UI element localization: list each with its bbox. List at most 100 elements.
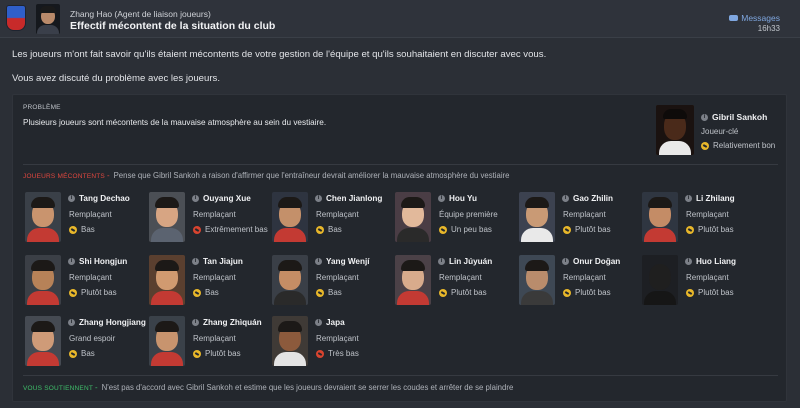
player-photo[interactable] bbox=[25, 316, 61, 366]
player-photo[interactable] bbox=[25, 255, 61, 305]
player-card[interactable]: i Lin Júyuán Remplaçant Plutôt bas bbox=[395, 255, 515, 311]
mood-icon bbox=[69, 349, 77, 358]
player-card[interactable]: i Yang Wenjí Remplaçant Bas bbox=[272, 255, 392, 311]
player-status: Un peu bas bbox=[439, 225, 492, 234]
divider bbox=[23, 164, 778, 165]
player-card[interactable]: i Hou Yu Équipe première Un peu bas bbox=[395, 192, 515, 248]
sender-avatar[interactable] bbox=[36, 4, 60, 34]
unhappy-players-header: JOUEURS MÉCONTENTS - Pense que Gibril Sank… bbox=[23, 171, 510, 180]
info-icon[interactable]: i bbox=[438, 258, 445, 265]
player-name[interactable]: Gao Zhilin bbox=[573, 194, 613, 203]
player-name[interactable]: Ouyang Xue bbox=[203, 194, 251, 203]
player-card[interactable]: i Zhang Hongjiang Grand espoir Bas bbox=[25, 316, 146, 372]
message-subject: Effectif mécontent de la situation du cl… bbox=[70, 20, 276, 32]
player-card[interactable]: i Japa Remplaçant Très bas bbox=[272, 316, 392, 372]
problem-text: Plusieurs joueurs sont mécontents de la … bbox=[23, 118, 327, 127]
player-role: Remplaçant bbox=[316, 273, 359, 282]
player-photo[interactable] bbox=[272, 255, 308, 305]
player-role: Remplaçant bbox=[69, 210, 112, 219]
info-icon[interactable]: i bbox=[315, 258, 322, 265]
player-card[interactable]: i Li Zhilang Remplaçant Plutôt bas bbox=[642, 192, 762, 248]
player-status: Très bas bbox=[316, 349, 359, 358]
player-card[interactable]: i Shi Hongjun Remplaçant Plutôt bas bbox=[25, 255, 145, 311]
player-card[interactable]: i Zhang Zhìquán Remplaçant Plutôt bas bbox=[149, 316, 269, 372]
player-card[interactable]: i Ouyang Xue Remplaçant Extrêmement bas bbox=[149, 192, 269, 248]
info-icon[interactable]: i bbox=[68, 319, 75, 326]
info-icon[interactable]: i bbox=[562, 195, 569, 202]
mood-icon bbox=[69, 225, 77, 234]
player-status-label: Bas bbox=[328, 225, 342, 234]
mood-icon bbox=[439, 288, 447, 297]
info-icon[interactable]: i bbox=[192, 319, 199, 326]
key-player-role: Joueur-clé bbox=[701, 127, 739, 136]
player-photo[interactable] bbox=[519, 192, 555, 242]
player-photo[interactable] bbox=[395, 255, 431, 305]
info-icon[interactable]: i bbox=[685, 195, 692, 202]
player-role: Remplaçant bbox=[193, 334, 236, 343]
player-photo[interactable] bbox=[149, 255, 185, 305]
player-status: Plutôt bas bbox=[686, 225, 734, 234]
player-name[interactable]: Li Zhilang bbox=[696, 194, 735, 203]
mood-icon bbox=[563, 225, 571, 234]
player-name[interactable]: Lin Júyuán bbox=[449, 257, 492, 266]
player-name[interactable]: Huo Liang bbox=[696, 257, 736, 266]
info-icon[interactable]: i bbox=[438, 195, 445, 202]
player-status: Plutôt bas bbox=[69, 288, 117, 297]
info-icon[interactable]: i bbox=[315, 195, 322, 202]
player-photo[interactable] bbox=[642, 192, 678, 242]
player-status: Bas bbox=[316, 288, 342, 297]
info-icon[interactable]: i bbox=[68, 195, 75, 202]
player-photo[interactable] bbox=[149, 316, 185, 366]
player-status-label: Plutôt bas bbox=[81, 288, 117, 297]
player-name[interactable]: Zhang Hongjiang bbox=[79, 318, 146, 327]
player-name[interactable]: Chen Jianlong bbox=[326, 194, 382, 203]
key-player-name[interactable]: Gibril Sankoh bbox=[712, 112, 767, 122]
messages-label: Messages bbox=[741, 13, 780, 23]
player-photo[interactable] bbox=[149, 192, 185, 242]
message-time: 16h33 bbox=[757, 24, 780, 33]
mood-icon bbox=[193, 288, 201, 297]
player-photo[interactable] bbox=[272, 192, 308, 242]
player-card[interactable]: i Gao Zhilin Remplaçant Plutôt bas bbox=[519, 192, 639, 248]
player-name[interactable]: Japa bbox=[326, 318, 345, 327]
problem-panel: PROBLÈME Plusieurs joueurs sont méconten… bbox=[12, 94, 787, 402]
player-card[interactable]: i Tang Dechao Remplaçant Bas bbox=[25, 192, 145, 248]
info-icon[interactable]: i bbox=[685, 258, 692, 265]
club-crest-icon[interactable] bbox=[6, 5, 26, 31]
info-icon[interactable]: i bbox=[562, 258, 569, 265]
sender-name[interactable]: Zhang Hao (Agent de liaison joueurs) bbox=[70, 9, 211, 19]
player-card[interactable]: i Tan Jiajun Remplaçant Bas bbox=[149, 255, 269, 311]
unhappy-tag: JOUEURS MÉCONTENTS bbox=[23, 173, 105, 180]
key-player-photo[interactable] bbox=[656, 105, 694, 155]
player-status: Bas bbox=[69, 349, 95, 358]
player-name[interactable]: Zhang Zhìquán bbox=[203, 318, 262, 327]
player-name[interactable]: Tang Dechao bbox=[79, 194, 130, 203]
separator: - bbox=[95, 383, 98, 392]
mood-icon bbox=[686, 225, 694, 234]
info-icon[interactable]: i bbox=[192, 195, 199, 202]
player-card[interactable]: i Huo Liang Remplaçant Plutôt bas bbox=[642, 255, 762, 311]
info-icon[interactable]: i bbox=[68, 258, 75, 265]
messages-link[interactable]: Messages bbox=[729, 13, 780, 23]
player-name[interactable]: Yang Wenjí bbox=[326, 257, 370, 266]
supporters-tag: VOUS SOUTIENNENT bbox=[23, 385, 94, 392]
player-photo[interactable] bbox=[25, 192, 61, 242]
separator: - bbox=[106, 171, 110, 180]
player-name[interactable]: Tan Jiajun bbox=[203, 257, 243, 266]
player-status-label: Un peu bas bbox=[451, 225, 492, 234]
player-card[interactable]: i Onur Doğan Remplaçant Plutôt bas bbox=[519, 255, 639, 311]
key-player-status: Relativement bon bbox=[701, 141, 775, 150]
mood-icon bbox=[316, 349, 324, 358]
player-photo[interactable] bbox=[272, 316, 308, 366]
info-icon[interactable]: i bbox=[701, 114, 708, 121]
player-photo[interactable] bbox=[519, 255, 555, 305]
player-photo[interactable] bbox=[395, 192, 431, 242]
player-card[interactable]: i Chen Jianlong Remplaçant Bas bbox=[272, 192, 392, 248]
player-photo[interactable] bbox=[642, 255, 678, 305]
player-name[interactable]: Onur Doğan bbox=[573, 257, 620, 266]
info-icon[interactable]: i bbox=[192, 258, 199, 265]
player-name[interactable]: Hou Yu bbox=[449, 194, 477, 203]
mood-icon bbox=[193, 349, 201, 358]
player-name[interactable]: Shi Hongjun bbox=[79, 257, 127, 266]
info-icon[interactable]: i bbox=[315, 319, 322, 326]
